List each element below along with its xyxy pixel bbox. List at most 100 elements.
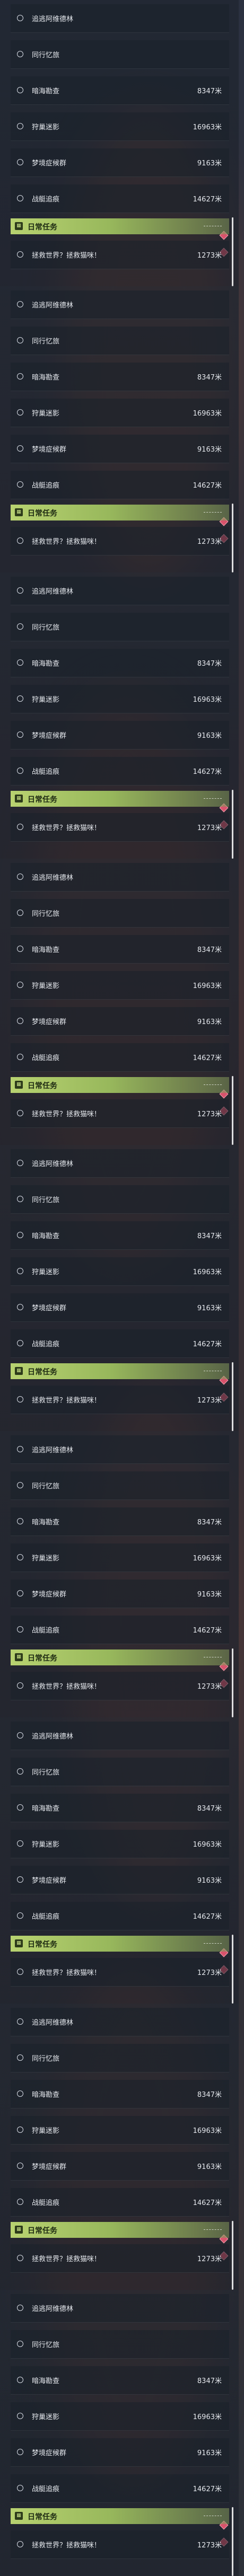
quest-row[interactable]: 狩巢迷影 16963米 [11, 2116, 229, 2145]
scrollbar[interactable] [232, 2507, 233, 2576]
quest-row[interactable]: 战艇追痕 14627米 [11, 2188, 229, 2217]
quest-row[interactable]: 同行忆旅 [11, 899, 229, 928]
quest-row[interactable]: 梦境症候群 9163米 [11, 435, 229, 463]
quest-status-icon [17, 2127, 23, 2133]
quest-name: 拯救世界？拯救猫咪！ [32, 252, 101, 260]
quest-row[interactable]: 战艇追痕 14627米 [11, 1329, 229, 1358]
quest-row[interactable]: 拯救世界？拯救猫咪！ 1273米 [11, 1099, 229, 1128]
scrollbar[interactable] [232, 504, 233, 572]
quest-row[interactable]: 梦境症候群 9163米 [11, 2152, 229, 2181]
quest-reward: 14627米 [193, 482, 222, 490]
quest-row[interactable]: 拯救世界？拯救猫咪！ 1273米 [11, 1958, 229, 1987]
daily-quest-section-header[interactable]: ▦ 日常任务 [11, 218, 229, 234]
quest-status-icon [17, 301, 23, 307]
daily-quest-section-header[interactable]: ▦ 日常任务 [11, 1649, 229, 1665]
quest-name: 梦境症候群 [32, 1018, 67, 1026]
daily-quest-section-header[interactable]: ▦ 日常任务 [11, 2222, 229, 2238]
quest-row[interactable]: 战艇追痕 14627米 [11, 1616, 229, 1644]
quest-row[interactable]: 战艇追痕 14627米 [11, 1902, 229, 1930]
quest-row[interactable]: 暗海勘查 8347米 [11, 2080, 229, 2109]
scrollbar[interactable] [232, 1362, 233, 1431]
quest-row[interactable]: 同行忆旅 [11, 1758, 229, 1786]
quest-row[interactable]: 暗海勘查 8347米 [11, 2366, 229, 2395]
quest-row[interactable]: 战艇追痕 14627米 [11, 757, 229, 786]
quest-row[interactable]: 战艇追痕 14627米 [11, 471, 229, 499]
quest-row[interactable]: 拯救世界？拯救猫咪！ 1273米 [11, 813, 229, 842]
quest-row[interactable]: 战艇追痕 14627米 [11, 2474, 229, 2503]
quest-row[interactable]: 暗海勘查 8347米 [11, 76, 229, 105]
quest-row[interactable]: 追逃阿维德林 [11, 290, 229, 319]
quest-row[interactable]: 同行忆旅 [11, 2044, 229, 2072]
quest-name: 暗海勘查 [32, 87, 60, 95]
quest-row[interactable]: 拯救世界？拯救猫咪！ 1273米 [11, 2530, 229, 2559]
quest-row[interactable]: 战艇追痕 14627米 [11, 184, 229, 213]
scrollbar[interactable] [232, 217, 233, 286]
quest-row[interactable]: 追逃阿维德林 [11, 2294, 229, 2323]
quest-row[interactable]: 狩巢迷影 16963米 [11, 971, 229, 1000]
calendar-icon: ▦ [15, 1653, 23, 1661]
quest-row[interactable]: 追逃阿维德林 [11, 863, 229, 892]
quest-row[interactable]: 梦境症候群 9163米 [11, 1007, 229, 1036]
quest-row[interactable]: 追逃阿维德林 [11, 1435, 229, 1464]
quest-row[interactable]: 狩巢迷影 16963米 [11, 685, 229, 713]
quest-row[interactable]: 暗海勘查 8347米 [11, 363, 229, 391]
quest-row[interactable]: 暗海勘查 8347米 [11, 1794, 229, 1822]
quest-row[interactable]: 暗海勘查 8347米 [11, 935, 229, 964]
section-title: 日常任务 [28, 2227, 57, 2235]
quest-row[interactable]: 战艇追痕 14627米 [11, 1043, 229, 1072]
quest-row[interactable]: 同行忆旅 [11, 613, 229, 641]
quest-row[interactable]: 拯救世界？拯救猫咪！ 1273米 [11, 2244, 229, 2273]
quest-status-icon [17, 1018, 23, 1024]
quest-row[interactable]: 梦境症候群 9163米 [11, 1580, 229, 1608]
quest-row[interactable]: 梦境症候群 9163米 [11, 1866, 229, 1894]
quest-row[interactable]: 追逃阿维德林 [11, 577, 229, 605]
quest-reward: 1273米 [197, 2542, 222, 2549]
quest-row[interactable]: 追逃阿维德林 [11, 1149, 229, 1178]
daily-quest-section-header[interactable]: ▦ 日常任务 [11, 1077, 229, 1093]
daily-quest-section-header[interactable]: ▦ 日常任务 [11, 1363, 229, 1379]
scrollbar[interactable] [232, 790, 233, 859]
quest-row[interactable]: 暗海勘查 8347米 [11, 1221, 229, 1250]
quest-row[interactable]: 梦境症候群 9163米 [11, 1293, 229, 1322]
daily-quest-section-header[interactable]: ▦ 日常任务 [11, 1936, 229, 1952]
quest-row[interactable]: 追逃阿维德林 [11, 2008, 229, 2036]
quest-row[interactable]: 狩巢迷影 16963米 [11, 1830, 229, 1858]
daily-quest-section-header[interactable]: ▦ 日常任务 [11, 791, 229, 807]
quest-row[interactable]: 同行忆旅 [11, 40, 229, 69]
quest-row[interactable]: 同行忆旅 [11, 1471, 229, 1500]
quest-row[interactable]: 拯救世界？拯救猫咪！ 1273米 [11, 241, 229, 269]
quest-reward: 14627米 [193, 1913, 222, 1921]
quest-row[interactable]: 梦境症候群 9163米 [11, 721, 229, 749]
calendar-icon: ▦ [15, 795, 23, 802]
quest-status-icon [17, 2485, 23, 2491]
scrollbar[interactable] [232, 1935, 233, 2004]
quest-row[interactable]: 追逃阿维德林 [11, 1722, 229, 1750]
quest-row[interactable]: 狩巢迷影 16963米 [11, 399, 229, 427]
scrollbar[interactable] [232, 1648, 233, 1717]
quest-row[interactable]: 梦境症候群 9163米 [11, 2438, 229, 2467]
quest-row[interactable]: 狩巢迷影 16963米 [11, 112, 229, 141]
quest-row[interactable]: 同行忆旅 [11, 2330, 229, 2359]
quest-status-icon [17, 1682, 23, 1689]
quest-reward: 9163米 [197, 446, 222, 454]
scrollbar[interactable] [232, 1076, 233, 1145]
quest-row[interactable]: 暗海勘查 8347米 [11, 649, 229, 677]
scrollbar[interactable] [232, 2221, 233, 2290]
quest-row[interactable]: 同行忆旅 [11, 327, 229, 355]
quest-status-icon [17, 337, 23, 343]
quest-row[interactable]: 狩巢迷影 16963米 [11, 1257, 229, 1286]
quest-row[interactable]: 狩巢迷影 16963米 [11, 1543, 229, 1572]
quest-panel: 追逃阿维德林 同行忆旅 暗海勘查 8347米 狩巢迷影 16963米 梦境症候群… [0, 859, 239, 1145]
quest-name: 拯救世界？拯救猫咪！ [32, 538, 101, 546]
daily-quest-section-header[interactable]: ▦ 日常任务 [11, 2508, 229, 2524]
daily-quest-section-header[interactable]: ▦ 日常任务 [11, 505, 229, 521]
quest-row[interactable]: 拯救世界？拯救猫咪！ 1273米 [11, 1672, 229, 1700]
quest-row[interactable]: 暗海勘查 8347米 [11, 1507, 229, 1536]
quest-row[interactable]: 拯救世界？拯救猫咪！ 1273米 [11, 1386, 229, 1414]
quest-row[interactable]: 同行忆旅 [11, 1185, 229, 1214]
quest-reward: 1273米 [197, 538, 222, 546]
quest-row[interactable]: 拯救世界？拯救猫咪！ 1273米 [11, 527, 229, 555]
quest-row[interactable]: 追逃阿维德林 [11, 4, 229, 33]
quest-row[interactable]: 梦境症候群 9163米 [11, 148, 229, 177]
quest-row[interactable]: 狩巢迷影 16963米 [11, 2402, 229, 2431]
